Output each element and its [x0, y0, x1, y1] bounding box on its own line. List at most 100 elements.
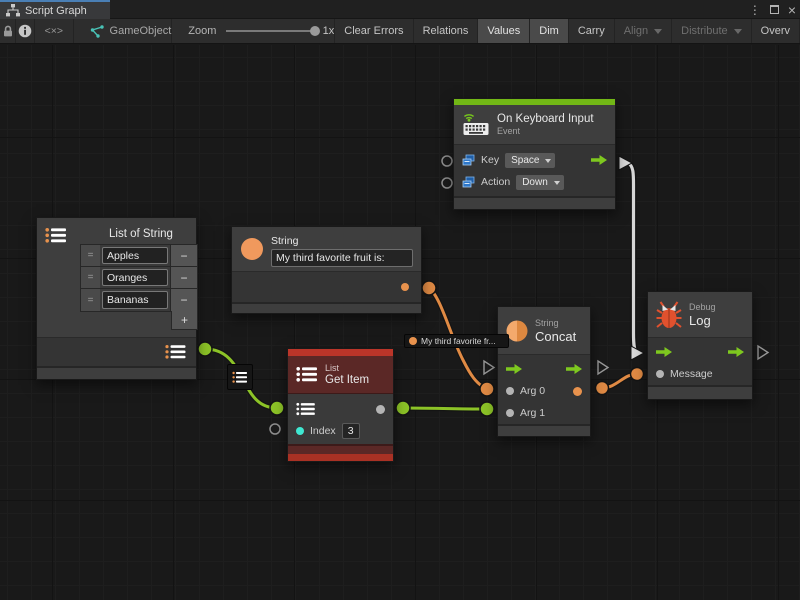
arg0-port-label: Arg 0	[520, 385, 545, 397]
list-editor: = Apples − = Oranges − = Bananas −	[80, 244, 198, 312]
action-dropdown[interactable]: Down	[516, 175, 564, 190]
drag-handle[interactable]: =	[81, 289, 100, 311]
key-port-label: Key	[481, 154, 499, 166]
remove-item-button[interactable]: −	[170, 245, 197, 266]
list-input-port-icon[interactable]	[296, 402, 316, 416]
string-concat-icon	[506, 320, 528, 342]
index-input-port[interactable]	[296, 427, 304, 435]
wire-value-list-bubble	[227, 364, 253, 390]
close-icon[interactable]: ×	[788, 3, 796, 17]
graph-canvas[interactable]: On Keyboard Input Event Key Space	[0, 45, 800, 600]
relations-button[interactable]: Relations	[414, 19, 479, 43]
distribute-dropdown[interactable]: Distribute	[672, 19, 751, 43]
tab-title: Script Graph	[25, 5, 87, 17]
flow-out-arrow-icon[interactable]	[566, 364, 582, 374]
code-view-button[interactable]: <×>	[35, 19, 73, 43]
port-concat-exit-triangle	[598, 361, 608, 374]
zoom-label: Zoom	[188, 25, 216, 37]
list-icon-white	[296, 366, 318, 383]
list-item-field[interactable]: Oranges	[102, 269, 168, 286]
drag-handle[interactable]: =	[81, 267, 100, 288]
getitem-output-port[interactable]	[376, 405, 385, 414]
flow-in-arrow-icon[interactable]	[656, 347, 672, 357]
message-port-label: Message	[670, 368, 713, 380]
gameobject-icon	[90, 25, 104, 38]
field-link-icon	[462, 176, 475, 189]
node-title: Log	[689, 313, 716, 328]
list-output-port-icon	[165, 344, 187, 360]
overview-button[interactable]: Overv	[752, 19, 800, 43]
align-dropdown[interactable]: Align	[615, 19, 672, 43]
index-port-label: Index	[310, 425, 336, 437]
node-list-of-string[interactable]: List of String = Apples − = Oranges − =	[36, 217, 197, 380]
node-category: Debug	[689, 302, 716, 312]
window-menu-icon[interactable]: ⋮	[749, 4, 761, 16]
error-accent-strip-bottom	[288, 454, 393, 461]
action-port-label: Action	[481, 176, 510, 188]
field-link-icon	[462, 154, 475, 167]
node-subtitle: Event	[497, 126, 594, 136]
wire-value-string-bubble: My third favorite fr...	[404, 334, 509, 348]
tab-script-graph[interactable]: Script Graph	[0, 0, 110, 19]
list-icon	[45, 227, 67, 244]
index-value-field[interactable]: 3	[342, 423, 360, 439]
keyboard-icon	[462, 114, 490, 136]
list-item-field[interactable]: Bananas	[102, 291, 168, 309]
zoom-slider[interactable]	[226, 30, 315, 32]
remove-item-button[interactable]: −	[170, 289, 197, 311]
list-item-row: = Oranges −	[81, 267, 197, 289]
add-item-button[interactable]: +	[171, 311, 198, 330]
carry-toggle[interactable]: Carry	[569, 19, 615, 43]
message-input-port[interactable]	[656, 370, 664, 378]
node-category: String	[535, 318, 576, 328]
script-graph-window: Script Graph ⋮ × <×> GameObject	[0, 0, 800, 600]
dim-toggle[interactable]: Dim	[530, 19, 569, 43]
info-button[interactable]	[16, 19, 35, 43]
port-debug-exit-triangle	[758, 346, 768, 359]
string-output-port[interactable]	[401, 283, 409, 291]
node-title: On Keyboard Input	[497, 113, 594, 125]
zoom-control: Zoom 1x	[172, 19, 334, 43]
node-title: Concat	[535, 329, 576, 344]
key-dropdown[interactable]: Space	[505, 153, 555, 168]
node-string-literal[interactable]: String My third favorite fruit is:	[231, 226, 422, 314]
port-getitem-index-ring	[270, 424, 280, 434]
gameobject-chip[interactable]: GameObject	[74, 19, 173, 43]
maximize-icon[interactable]	[770, 5, 779, 14]
zoom-slider-handle[interactable]	[310, 26, 320, 36]
list-item-row: = Bananas −	[81, 289, 197, 311]
string-value-field[interactable]: My third favorite fruit is:	[271, 249, 413, 267]
arg1-input-port[interactable]	[506, 409, 514, 417]
flow-in-arrow-icon[interactable]	[506, 364, 522, 374]
drag-handle[interactable]: =	[81, 245, 100, 266]
node-concat[interactable]: String Concat Arg 0	[497, 306, 591, 437]
list-item-row: = Apples −	[81, 245, 197, 267]
lock-button[interactable]	[0, 19, 16, 43]
node-category: List	[325, 363, 369, 373]
arg0-input-port[interactable]	[506, 387, 514, 395]
values-toggle[interactable]: Values	[478, 19, 530, 43]
graph-toolbar: <×> GameObject Zoom 1x Clear Errors Rela…	[0, 19, 800, 44]
port-keyboard-action-ring	[442, 178, 452, 188]
flow-out-arrow-icon[interactable]	[728, 347, 744, 357]
flow-out-arrow-icon	[591, 155, 607, 165]
node-title: List of String	[109, 228, 173, 240]
list-item-field[interactable]: Apples	[102, 247, 168, 264]
node-on-keyboard-input[interactable]: On Keyboard Input Event Key Space	[453, 98, 616, 210]
port-concat-enter-triangle	[484, 361, 494, 374]
string-icon	[240, 237, 264, 261]
error-accent-strip	[288, 349, 393, 356]
chevron-down-icon	[654, 29, 662, 34]
wire-keyboard-to-debug	[628, 163, 636, 352]
remove-item-button[interactable]: −	[170, 267, 197, 288]
wire-value-text: My third favorite fr...	[421, 336, 496, 346]
titlebar: Script Graph ⋮ ×	[0, 0, 800, 19]
node-get-item[interactable]: List Get Item Index 3	[287, 348, 394, 462]
gameobject-label: GameObject	[110, 25, 172, 37]
arg1-port-label: Arg 1	[520, 407, 545, 419]
concat-output-port[interactable]	[573, 387, 582, 396]
node-debug-log[interactable]: Debug Log Message	[647, 291, 753, 400]
port-keyboard-key-ring	[442, 156, 452, 166]
chevron-down-icon	[734, 29, 742, 34]
clear-errors-button[interactable]: Clear Errors	[334, 19, 413, 43]
